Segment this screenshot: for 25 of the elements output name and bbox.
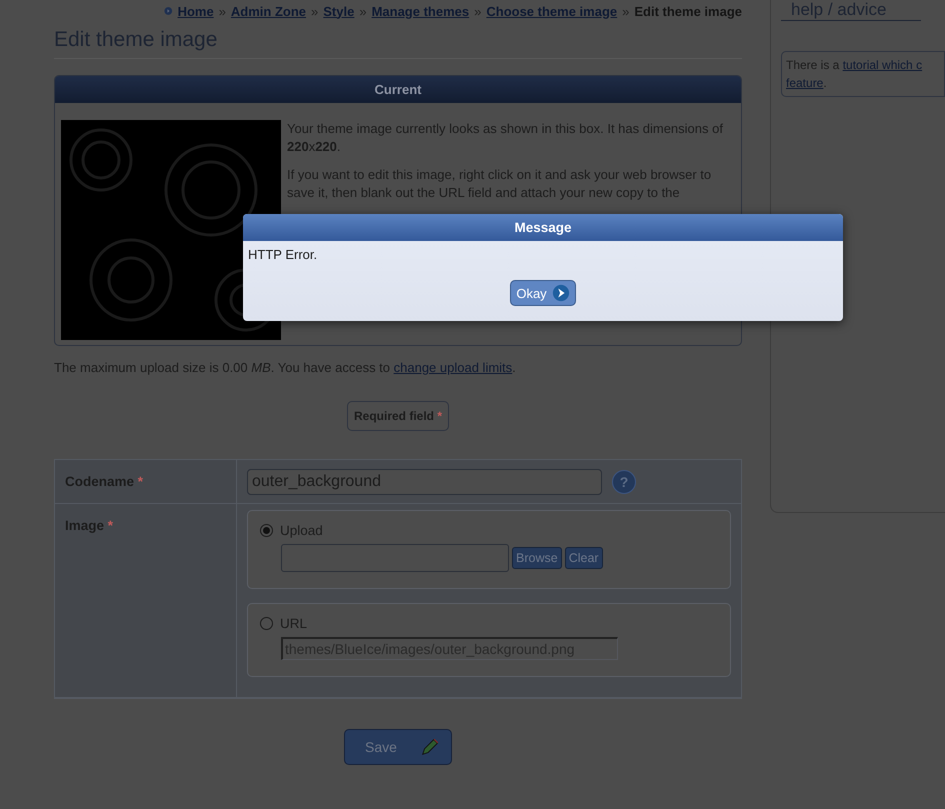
breadcrumb-link[interactable]: Choose theme image [486,4,618,18]
breadcrumb-separator: » [474,4,482,18]
file-button[interactable]: Clear [564,547,603,569]
breadcrumb-current: Edit theme image [634,4,742,18]
upload-limits-link[interactable]: change upload limits [394,360,512,375]
breadcrumb-separator: » [311,4,318,18]
radio-button[interactable] [260,617,273,630]
radio-button[interactable] [260,524,273,537]
tutorial-link[interactable]: tutorial which c [842,58,922,72]
file-button[interactable]: Browse [512,547,562,569]
breadcrumb-link[interactable]: Style [323,4,354,18]
breadcrumb-link[interactable]: Home [178,4,214,18]
file-field[interactable] [281,544,509,572]
tutorial-link[interactable]: feature [786,76,824,90]
breadcrumb-separator: » [622,4,630,18]
breadcrumb-separator: » [359,4,367,18]
help-icon[interactable]: ? [612,470,636,494]
breadcrumb-link[interactable]: Admin Zone [230,4,306,18]
dialog-message: HTTP Error. [248,247,318,262]
dialog-title: Message [243,214,843,241]
okay-button[interactable]: Okay [510,280,576,306]
breadcrumb-link[interactable]: Manage themes [372,4,470,18]
save-button[interactable]: Save [344,729,452,765]
breadcrumb-separator: » [218,4,226,18]
panel-header: Current [55,76,741,103]
